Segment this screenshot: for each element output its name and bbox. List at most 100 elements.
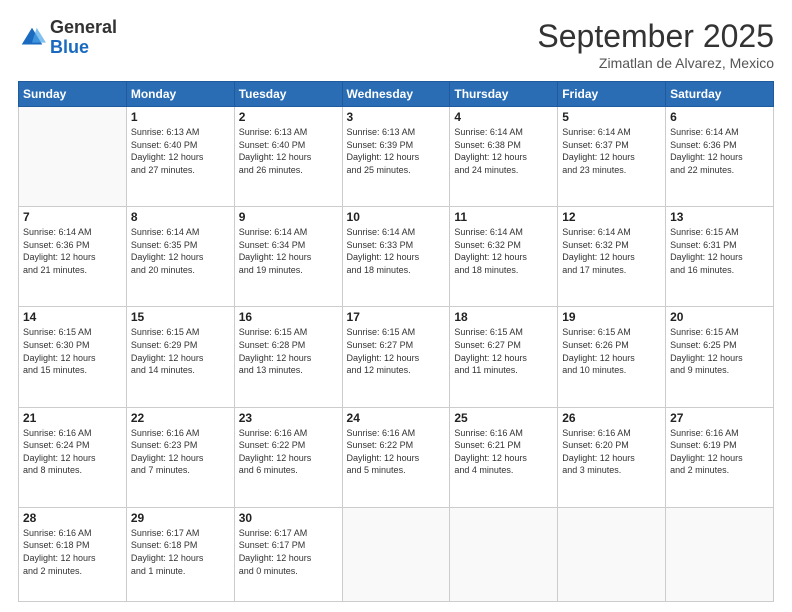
day-number: 5 xyxy=(562,110,661,124)
table-row: 21 Sunrise: 6:16 AM Sunset: 6:24 PM Dayli… xyxy=(19,407,127,507)
day-info: Sunrise: 6:17 AM Sunset: 6:17 PM Dayligh… xyxy=(239,527,338,577)
day-info: Sunrise: 6:16 AM Sunset: 6:21 PM Dayligh… xyxy=(454,427,553,477)
day-number: 11 xyxy=(454,210,553,224)
table-row xyxy=(342,507,450,601)
table-row xyxy=(666,507,774,601)
day-number: 28 xyxy=(23,511,122,525)
table-row: 10 Sunrise: 6:14 AM Sunset: 6:33 PM Dayli… xyxy=(342,207,450,307)
day-info: Sunrise: 6:14 AM Sunset: 6:36 PM Dayligh… xyxy=(670,126,769,176)
day-number: 17 xyxy=(347,310,446,324)
day-info: Sunrise: 6:15 AM Sunset: 6:31 PM Dayligh… xyxy=(670,226,769,276)
table-row xyxy=(450,507,558,601)
calendar-week-row: 7 Sunrise: 6:14 AM Sunset: 6:36 PM Daylig… xyxy=(19,207,774,307)
day-number: 29 xyxy=(131,511,230,525)
calendar-week-row: 28 Sunrise: 6:16 AM Sunset: 6:18 PM Dayli… xyxy=(19,507,774,601)
day-number: 23 xyxy=(239,411,338,425)
table-row: 7 Sunrise: 6:14 AM Sunset: 6:36 PM Daylig… xyxy=(19,207,127,307)
table-row: 28 Sunrise: 6:16 AM Sunset: 6:18 PM Dayli… xyxy=(19,507,127,601)
day-info: Sunrise: 6:14 AM Sunset: 6:35 PM Dayligh… xyxy=(131,226,230,276)
day-info: Sunrise: 6:17 AM Sunset: 6:18 PM Dayligh… xyxy=(131,527,230,577)
day-number: 20 xyxy=(670,310,769,324)
day-info: Sunrise: 6:16 AM Sunset: 6:24 PM Dayligh… xyxy=(23,427,122,477)
day-number: 1 xyxy=(131,110,230,124)
day-number: 13 xyxy=(670,210,769,224)
day-info: Sunrise: 6:13 AM Sunset: 6:40 PM Dayligh… xyxy=(131,126,230,176)
logo-text: General Blue xyxy=(50,18,117,58)
day-number: 7 xyxy=(23,210,122,224)
title-section: September 2025 Zimatlan de Alvarez, Mexi… xyxy=(537,18,774,71)
logo-general: General xyxy=(50,18,117,38)
table-row: 20 Sunrise: 6:15 AM Sunset: 6:25 PM Dayli… xyxy=(666,307,774,407)
day-info: Sunrise: 6:16 AM Sunset: 6:22 PM Dayligh… xyxy=(347,427,446,477)
table-row xyxy=(19,107,127,207)
day-number: 16 xyxy=(239,310,338,324)
table-row: 19 Sunrise: 6:15 AM Sunset: 6:26 PM Dayli… xyxy=(558,307,666,407)
table-row: 26 Sunrise: 6:16 AM Sunset: 6:20 PM Dayli… xyxy=(558,407,666,507)
day-info: Sunrise: 6:14 AM Sunset: 6:36 PM Dayligh… xyxy=(23,226,122,276)
day-number: 9 xyxy=(239,210,338,224)
day-number: 19 xyxy=(562,310,661,324)
table-row: 3 Sunrise: 6:13 AM Sunset: 6:39 PM Daylig… xyxy=(342,107,450,207)
day-info: Sunrise: 6:16 AM Sunset: 6:18 PM Dayligh… xyxy=(23,527,122,577)
table-row: 30 Sunrise: 6:17 AM Sunset: 6:17 PM Dayli… xyxy=(234,507,342,601)
table-row: 6 Sunrise: 6:14 AM Sunset: 6:36 PM Daylig… xyxy=(666,107,774,207)
table-row: 25Sunrise: 6:16 AM Sunset: 6:21 PM Dayli… xyxy=(450,407,558,507)
day-info: Sunrise: 6:15 AM Sunset: 6:30 PM Dayligh… xyxy=(23,326,122,376)
table-row: 11 Sunrise: 6:14 AM Sunset: 6:32 PM Dayli… xyxy=(450,207,558,307)
col-monday: Monday xyxy=(126,82,234,107)
calendar-header-row: Sunday Monday Tuesday Wednesday Thursday… xyxy=(19,82,774,107)
day-number: 21 xyxy=(23,411,122,425)
calendar-week-row: 14 Sunrise: 6:15 AM Sunset: 6:30 PM Dayli… xyxy=(19,307,774,407)
table-row: 1 Sunrise: 6:13 AM Sunset: 6:40 PM Daylig… xyxy=(126,107,234,207)
day-info: Sunrise: 6:15 AM Sunset: 6:27 PM Dayligh… xyxy=(454,326,553,376)
calendar-week-row: 1 Sunrise: 6:13 AM Sunset: 6:40 PM Daylig… xyxy=(19,107,774,207)
day-number: 15 xyxy=(131,310,230,324)
day-info: Sunrise: 6:15 AM Sunset: 6:29 PM Dayligh… xyxy=(131,326,230,376)
day-number: 12 xyxy=(562,210,661,224)
day-info: Sunrise: 6:16 AM Sunset: 6:22 PM Dayligh… xyxy=(239,427,338,477)
table-row: 13 Sunrise: 6:15 AM Sunset: 6:31 PM Dayli… xyxy=(666,207,774,307)
table-row: 17 Sunrise: 6:15 AM Sunset: 6:27 PM Dayli… xyxy=(342,307,450,407)
header: General Blue September 2025 Zimatlan de … xyxy=(18,18,774,71)
day-info: Sunrise: 6:16 AM Sunset: 6:20 PM Dayligh… xyxy=(562,427,661,477)
day-info: Sunrise: 6:14 AM Sunset: 6:32 PM Dayligh… xyxy=(454,226,553,276)
table-row: 29 Sunrise: 6:17 AM Sunset: 6:18 PM Dayli… xyxy=(126,507,234,601)
location-subtitle: Zimatlan de Alvarez, Mexico xyxy=(537,55,774,71)
table-row: 2 Sunrise: 6:13 AM Sunset: 6:40 PM Daylig… xyxy=(234,107,342,207)
day-number: 8 xyxy=(131,210,230,224)
day-number: 26 xyxy=(562,411,661,425)
table-row: 16 Sunrise: 6:15 AM Sunset: 6:28 PM Dayli… xyxy=(234,307,342,407)
day-number: 14 xyxy=(23,310,122,324)
day-info: Sunrise: 6:15 AM Sunset: 6:27 PM Dayligh… xyxy=(347,326,446,376)
table-row: 24 Sunrise: 6:16 AM Sunset: 6:22 PM Dayli… xyxy=(342,407,450,507)
day-info: Sunrise: 6:16 AM Sunset: 6:19 PM Dayligh… xyxy=(670,427,769,477)
day-info: Sunrise: 6:14 AM Sunset: 6:33 PM Dayligh… xyxy=(347,226,446,276)
day-number: 30 xyxy=(239,511,338,525)
day-number: 6 xyxy=(670,110,769,124)
table-row: 8 Sunrise: 6:14 AM Sunset: 6:35 PM Daylig… xyxy=(126,207,234,307)
day-info: Sunrise: 6:14 AM Sunset: 6:37 PM Dayligh… xyxy=(562,126,661,176)
day-number: 24 xyxy=(347,411,446,425)
table-row: 12 Sunrise: 6:14 AM Sunset: 6:32 PM Dayli… xyxy=(558,207,666,307)
table-row: 22Sunrise: 6:16 AM Sunset: 6:23 PM Dayli… xyxy=(126,407,234,507)
day-info: Sunrise: 6:15 AM Sunset: 6:28 PM Dayligh… xyxy=(239,326,338,376)
logo-icon xyxy=(18,24,46,52)
day-info: Sunrise: 6:13 AM Sunset: 6:40 PM Dayligh… xyxy=(239,126,338,176)
col-thursday: Thursday xyxy=(450,82,558,107)
day-info: Sunrise: 6:15 AM Sunset: 6:25 PM Dayligh… xyxy=(670,326,769,376)
calendar-table: Sunday Monday Tuesday Wednesday Thursday… xyxy=(18,81,774,602)
month-title: September 2025 xyxy=(537,18,774,55)
table-row: 18Sunrise: 6:15 AM Sunset: 6:27 PM Dayli… xyxy=(450,307,558,407)
day-number: 2 xyxy=(239,110,338,124)
table-row: 27Sunrise: 6:16 AM Sunset: 6:19 PM Dayli… xyxy=(666,407,774,507)
day-number: 3 xyxy=(347,110,446,124)
table-row: 4Sunrise: 6:14 AM Sunset: 6:38 PM Daylig… xyxy=(450,107,558,207)
logo: General Blue xyxy=(18,18,117,58)
day-info: Sunrise: 6:14 AM Sunset: 6:38 PM Dayligh… xyxy=(454,126,553,176)
table-row xyxy=(558,507,666,601)
day-info: Sunrise: 6:13 AM Sunset: 6:39 PM Dayligh… xyxy=(347,126,446,176)
day-info: Sunrise: 6:15 AM Sunset: 6:26 PM Dayligh… xyxy=(562,326,661,376)
day-info: Sunrise: 6:14 AM Sunset: 6:32 PM Dayligh… xyxy=(562,226,661,276)
col-tuesday: Tuesday xyxy=(234,82,342,107)
day-number: 10 xyxy=(347,210,446,224)
